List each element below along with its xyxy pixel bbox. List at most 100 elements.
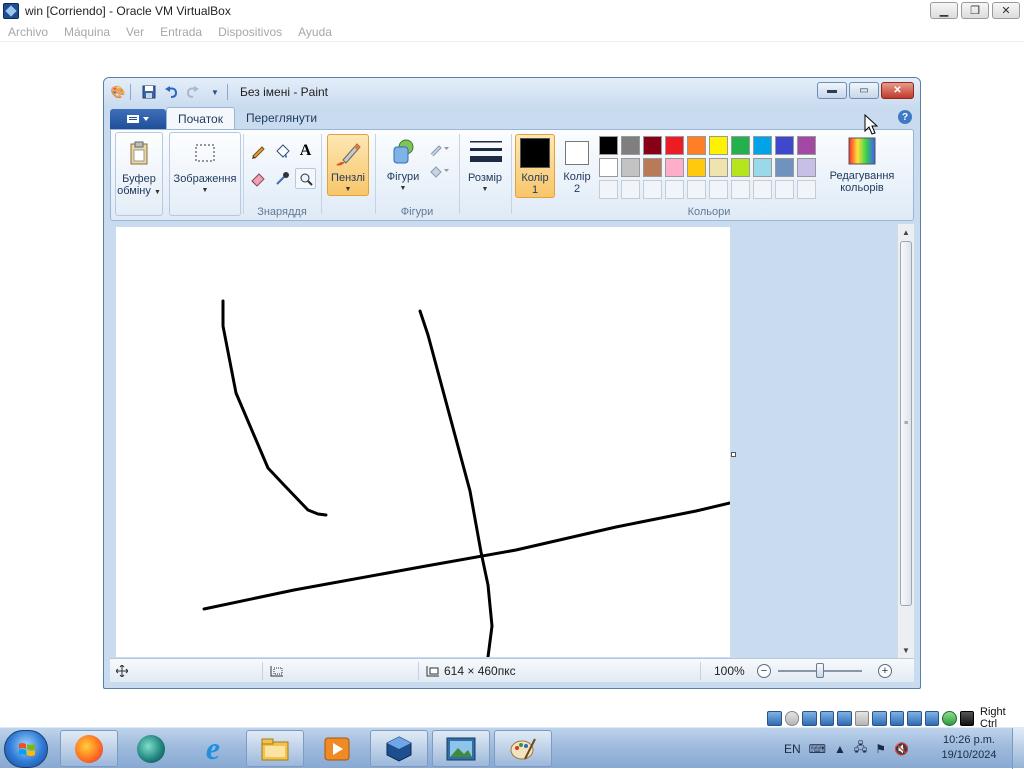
palette-swatch[interactable] <box>621 158 640 177</box>
paint-close-button[interactable]: ✕ <box>881 82 914 99</box>
palette-swatch[interactable] <box>599 136 618 155</box>
paint-app-icon[interactable]: 🎨 <box>110 84 126 100</box>
host-menu-maquina[interactable]: Máquina <box>64 25 110 39</box>
host-menu-dispositivos[interactable]: Dispositivos <box>218 25 282 39</box>
recording-icon[interactable] <box>889 710 904 726</box>
shapes-button[interactable]: Фігури ▼ <box>379 134 427 196</box>
network-status-icon[interactable]: 🖧 <box>854 738 867 759</box>
palette-swatch[interactable] <box>797 158 816 177</box>
shared-folders-icon[interactable] <box>854 710 869 726</box>
taskbar-firefox[interactable] <box>60 730 118 767</box>
image-button[interactable]: Зображення ▼ <box>169 132 241 216</box>
palette-swatch[interactable] <box>731 136 750 155</box>
palette-swatch[interactable] <box>687 158 706 177</box>
size-button[interactable]: Розмір ▼ <box>463 134 507 196</box>
palette-custom-slot[interactable] <box>753 180 772 199</box>
palette-swatch[interactable] <box>797 136 816 155</box>
canvas-resize-handle[interactable] <box>731 452 736 457</box>
text-icon[interactable]: A <box>295 140 316 161</box>
file-menu-button[interactable] <box>110 109 166 129</box>
paint-maximize-button[interactable]: ▭ <box>849 82 879 99</box>
audio-icon[interactable] <box>802 710 817 726</box>
host-close-button[interactable]: ✕ <box>992 2 1020 19</box>
host-menu-ayuda[interactable]: Ayuda <box>298 25 332 39</box>
language-indicator[interactable]: EN <box>784 742 801 756</box>
taskbar-app[interactable] <box>122 730 180 767</box>
palette-swatch[interactable] <box>643 136 662 155</box>
host-minimize-button[interactable]: ▁ <box>930 2 958 19</box>
palette-swatch[interactable] <box>731 158 750 177</box>
eraser-icon[interactable] <box>247 168 268 189</box>
palette-swatch[interactable] <box>621 136 640 155</box>
pencil-icon[interactable] <box>247 140 268 161</box>
capture-icon[interactable] <box>907 710 922 726</box>
palette-swatch[interactable] <box>665 136 684 155</box>
color2-button[interactable]: Колір 2 <box>557 134 597 198</box>
palette-custom-slot[interactable] <box>665 180 684 199</box>
edit-colors-button[interactable]: Редагування кольорів <box>821 134 903 198</box>
paint-minimize-button[interactable]: ▬ <box>817 82 847 99</box>
color-picker-icon[interactable] <box>271 168 292 189</box>
color1-button[interactable]: Колір 1 <box>515 134 555 198</box>
zoom-out-icon[interactable]: − <box>757 664 771 678</box>
palette-swatch[interactable] <box>709 158 728 177</box>
drawing-canvas[interactable] <box>116 227 730 657</box>
palette-custom-slot[interactable] <box>775 180 794 199</box>
taskbar-photo-viewer[interactable] <box>432 730 490 767</box>
palette-custom-slot[interactable] <box>797 180 816 199</box>
host-restore-button[interactable]: ❐ <box>961 2 989 19</box>
host-menu-ver[interactable]: Ver <box>126 25 144 39</box>
show-hidden-icons-icon[interactable]: ▲ <box>834 742 846 756</box>
palette-swatch[interactable] <box>753 136 772 155</box>
tab-view[interactable]: Переглянути <box>235 107 328 129</box>
fill-icon[interactable] <box>271 140 292 161</box>
taskbar-paint[interactable] <box>494 730 552 767</box>
tab-home[interactable]: Початок <box>166 107 235 129</box>
show-desktop-button[interactable] <box>1012 728 1024 769</box>
taskbar-file-explorer[interactable] <box>246 730 304 767</box>
zoom-in-icon[interactable]: + <box>878 664 892 678</box>
undo-icon[interactable] <box>163 84 179 100</box>
start-button[interactable] <box>4 730 48 768</box>
taskbar-virtualbox[interactable] <box>370 730 428 767</box>
outline-icon[interactable] <box>427 138 453 159</box>
brushes-button[interactable]: Пензлі ▼ <box>327 134 369 196</box>
save-icon[interactable] <box>141 84 157 100</box>
cpu-icon[interactable] <box>924 710 939 726</box>
scroll-thumb[interactable]: ≡ <box>900 241 912 606</box>
volume-muted-icon[interactable]: 🔇 <box>894 742 909 756</box>
display-icon[interactable] <box>872 710 887 726</box>
palette-custom-slot[interactable] <box>621 180 640 199</box>
palette-swatch[interactable] <box>643 158 662 177</box>
scroll-up-icon[interactable]: ▲ <box>898 224 914 240</box>
mouse-integration-icon[interactable] <box>942 710 957 726</box>
hdd-icon[interactable] <box>767 710 782 726</box>
clock[interactable]: 10:26 p.m. 19/10/2024 <box>932 733 1006 763</box>
palette-swatch[interactable] <box>709 136 728 155</box>
palette-swatch[interactable] <box>753 158 772 177</box>
magnifier-icon[interactable] <box>295 168 316 189</box>
keyboard-icon[interactable] <box>959 710 974 726</box>
palette-swatch[interactable] <box>687 136 706 155</box>
scroll-down-icon[interactable]: ▼ <box>898 642 914 658</box>
usb-icon[interactable] <box>837 710 852 726</box>
palette-swatch[interactable] <box>775 136 794 155</box>
clipboard-button[interactable]: Буфер обміну ▼ <box>115 132 163 216</box>
palette-custom-slot[interactable] <box>731 180 750 199</box>
help-icon[interactable]: ? <box>898 110 912 124</box>
customize-toolbar-icon[interactable]: ▼ <box>207 84 223 100</box>
zoom-slider-thumb[interactable] <box>816 663 824 678</box>
vertical-scrollbar[interactable]: ▲ ≡ ▼ <box>897 224 914 658</box>
palette-swatch[interactable] <box>775 158 794 177</box>
action-center-icon[interactable]: ⚑ <box>875 742 886 756</box>
palette-custom-slot[interactable] <box>709 180 728 199</box>
host-menu-archivo[interactable]: Archivo <box>8 25 48 39</box>
fill-shape-icon[interactable] <box>427 160 453 181</box>
palette-swatch[interactable] <box>599 158 618 177</box>
optical-drive-icon[interactable] <box>784 710 799 726</box>
palette-custom-slot[interactable] <box>599 180 618 199</box>
taskbar-internet-explorer[interactable]: e <box>184 730 242 767</box>
host-menu-entrada[interactable]: Entrada <box>160 25 202 39</box>
redo-icon[interactable] <box>185 84 201 100</box>
taskbar-media-player[interactable] <box>308 730 366 767</box>
